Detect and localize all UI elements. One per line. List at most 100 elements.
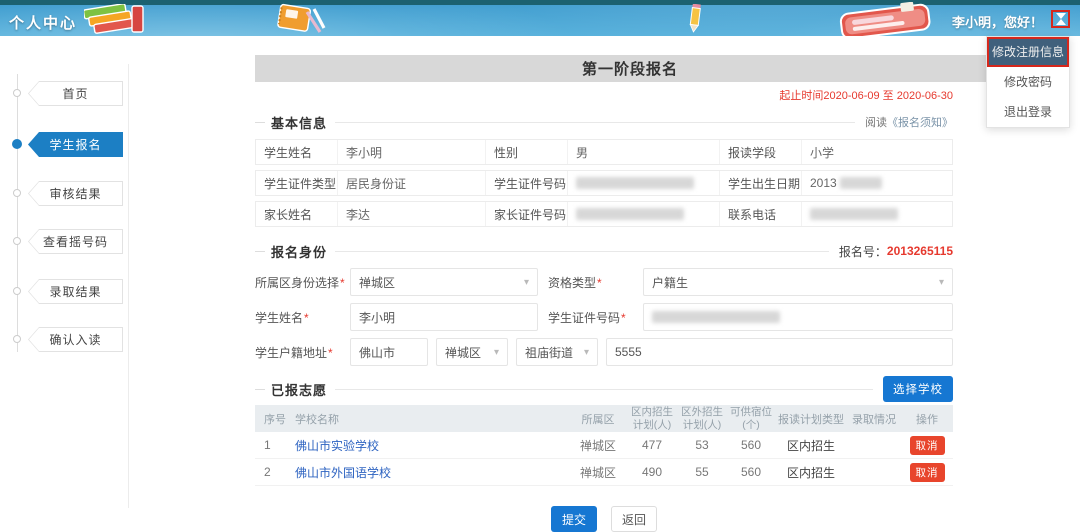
section-basic-info-header: 基本信息 阅读 《报名须知》 bbox=[255, 112, 953, 132]
sidebar-item-admission-result[interactable]: 录取结果 bbox=[28, 279, 123, 304]
field-label: 家长证件号码 bbox=[486, 202, 568, 226]
sidebar-item-review-result[interactable]: 审核结果 bbox=[28, 181, 123, 206]
timeline-dot bbox=[13, 335, 21, 343]
field-label: 所属区身份选择* bbox=[255, 274, 350, 291]
col-header: 序号 bbox=[255, 411, 291, 427]
notebook-pencil-icon bbox=[276, 3, 326, 35]
read-notice-prefix: 阅读 bbox=[865, 114, 887, 130]
address-city-input[interactable]: 佛山市 bbox=[350, 338, 428, 366]
address-detail-input[interactable]: 5555 bbox=[606, 338, 953, 366]
hourglass-icon bbox=[1056, 13, 1066, 25]
field-value-partially-masked: 2013 bbox=[802, 171, 952, 195]
volunteer-row: 1 佛山市实验学校 禅城区 477 53 560 区内招生 取消 bbox=[255, 432, 953, 459]
field-label: 学生证件号码 bbox=[486, 171, 568, 195]
field-label: 报读学段 bbox=[720, 140, 802, 164]
timeline-dot bbox=[13, 89, 21, 97]
read-notice-link[interactable]: 《报名须知》 bbox=[887, 114, 953, 130]
back-button[interactable]: 返回 bbox=[611, 506, 657, 532]
cancel-button[interactable]: 取消 bbox=[910, 436, 945, 455]
menu-item-change-password[interactable]: 修改密码 bbox=[987, 67, 1069, 97]
form-actions: 提交 返回 bbox=[255, 506, 953, 532]
student-id-input[interactable] bbox=[643, 303, 953, 331]
out-district-plan: 53 bbox=[677, 438, 727, 452]
in-district-plan: 490 bbox=[627, 465, 677, 479]
sidebar-item-student-registration[interactable]: 学生报名 bbox=[28, 132, 123, 157]
col-header: 学校名称 bbox=[291, 411, 569, 427]
basic-info-row: 学生证件类型 居民身份证 学生证件号码 学生出生日期 2013 bbox=[255, 170, 953, 196]
app-header: 个人中心 李小明，您好！ bbox=[0, 0, 1080, 36]
col-header: 区外招生计划(人) bbox=[677, 406, 727, 431]
beds-available: 560 bbox=[727, 438, 775, 452]
school-district: 禅城区 bbox=[569, 437, 627, 454]
masked-value bbox=[802, 202, 952, 226]
address-street-select[interactable]: 祖庙街道 ▾ bbox=[516, 338, 598, 366]
basic-info-row: 家长姓名 李达 家长证件号码 联系电话 bbox=[255, 201, 953, 227]
in-district-plan: 477 bbox=[627, 438, 677, 452]
out-district-plan: 55 bbox=[677, 465, 727, 479]
timeline-dot bbox=[13, 189, 21, 197]
menu-item-logout[interactable]: 退出登录 bbox=[987, 97, 1069, 127]
field-value: 居民身份证 bbox=[338, 171, 486, 195]
chevron-down-icon: ▾ bbox=[494, 347, 499, 358]
col-header: 报读计划类型 bbox=[775, 411, 847, 427]
regno-label: 报名号： bbox=[839, 243, 887, 260]
field-label: 资格类型* bbox=[548, 274, 643, 291]
basic-info-row: 学生姓名 李小明 性别 男 报读学段 小学 bbox=[255, 139, 953, 165]
user-greeting: 李小明，您好！ bbox=[952, 12, 1043, 31]
plan-type: 区内招生 bbox=[775, 437, 847, 454]
row-number: 1 bbox=[255, 438, 291, 452]
chevron-down-icon: ▾ bbox=[939, 277, 944, 288]
section-title-volunteers: 已报志愿 bbox=[271, 380, 327, 399]
pencil-icon bbox=[686, 4, 704, 34]
app-title: 个人中心 bbox=[9, 12, 77, 33]
section-volunteers-header: 已报志愿 选择学校 bbox=[255, 379, 953, 399]
volunteer-row: 2 佛山市外国语学校 禅城区 490 55 560 区内招生 取消 bbox=[255, 459, 953, 486]
sidebar-item-confirm-enrollment[interactable]: 确认入读 bbox=[28, 327, 123, 352]
identity-form-row: 学生姓名* 李小明 学生证件号码* bbox=[255, 303, 953, 331]
books-stack-icon bbox=[84, 4, 146, 34]
page-title: 第一阶段报名 bbox=[255, 55, 1005, 82]
masked-value bbox=[568, 202, 720, 226]
field-label: 学生证件号码* bbox=[548, 309, 643, 326]
sidebar-item-home[interactable]: 首页 bbox=[28, 81, 123, 106]
sidebar-divider bbox=[128, 64, 129, 508]
beds-available: 560 bbox=[727, 465, 775, 479]
volunteer-table-header: 序号 学校名称 所属区 区内招生计划(人) 区外招生计划(人) 可供宿位(个) … bbox=[255, 405, 953, 432]
col-header: 所属区 bbox=[569, 411, 627, 427]
identity-form-row: 学生户籍地址* 佛山市 禅城区 ▾ 祖庙街道 ▾ 5555 bbox=[255, 338, 953, 366]
menu-item-edit-registration[interactable]: 修改注册信息 bbox=[987, 37, 1069, 67]
masked-value bbox=[568, 171, 720, 195]
col-header: 操作 bbox=[901, 411, 953, 427]
registration-period: 起止时间2020-06-09 至 2020-06-30 bbox=[255, 87, 953, 103]
school-link[interactable]: 佛山市外国语学校 bbox=[295, 466, 391, 480]
field-label: 家长姓名 bbox=[256, 202, 338, 226]
sidebar-item-lottery-number[interactable]: 查看摇号码 bbox=[28, 229, 123, 254]
sidebar: 首页 学生报名 审核结果 查看摇号码 录取结果 确认入读 bbox=[0, 36, 130, 513]
main-panel: 第一阶段报名 起止时间2020-06-09 至 2020-06-30 基本信息 … bbox=[255, 55, 1005, 532]
school-link[interactable]: 佛山市实验学校 bbox=[295, 439, 379, 453]
field-label: 学生姓名 bbox=[256, 140, 338, 164]
student-name-input[interactable]: 李小明 bbox=[350, 303, 538, 331]
timeline-dot bbox=[13, 237, 21, 245]
plan-type: 区内招生 bbox=[775, 464, 847, 481]
col-header: 可供宿位(个) bbox=[727, 406, 775, 431]
field-value: 李小明 bbox=[338, 140, 486, 164]
row-number: 2 bbox=[255, 465, 291, 479]
chevron-down-icon: ▾ bbox=[524, 277, 529, 288]
choose-school-button[interactable]: 选择学校 bbox=[883, 376, 953, 402]
field-value: 小学 bbox=[802, 140, 952, 164]
address-district-select[interactable]: 禅城区 ▾ bbox=[436, 338, 508, 366]
section-title-basic-info: 基本信息 bbox=[271, 113, 327, 132]
district-select[interactable]: 禅城区 ▾ bbox=[350, 268, 538, 296]
submit-button[interactable]: 提交 bbox=[551, 506, 597, 532]
cancel-button[interactable]: 取消 bbox=[910, 463, 945, 482]
user-menu: 修改注册信息 修改密码 退出登录 bbox=[986, 36, 1070, 128]
user-menu-trigger[interactable] bbox=[1051, 10, 1070, 28]
field-label: 学生出生日期 bbox=[720, 171, 802, 195]
timeline-dot bbox=[13, 287, 21, 295]
pencil-case-icon bbox=[836, 2, 936, 36]
field-label: 学生姓名* bbox=[255, 309, 350, 326]
qualification-select[interactable]: 户籍生 ▾ bbox=[643, 268, 953, 296]
field-label: 学生证件类型 bbox=[256, 171, 338, 195]
section-identity-header: 报名身份 报名号： 2013265115 bbox=[255, 241, 953, 261]
